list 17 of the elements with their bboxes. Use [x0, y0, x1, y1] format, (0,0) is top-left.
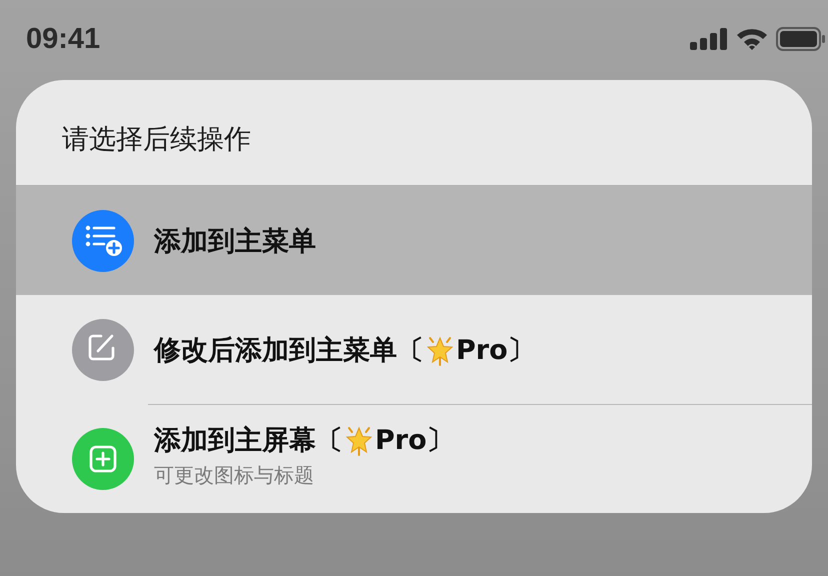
star-icon — [344, 424, 374, 456]
wifi-icon — [736, 27, 768, 51]
pro-label: Pro〕 — [456, 334, 535, 368]
action-subtitle: 可更改图标与标题 — [154, 462, 315, 489]
pro-label: Pro〕 — [375, 424, 454, 458]
action-item[interactable]: 修改后添加到主菜单〔 Pro〕 — [16, 295, 812, 404]
signal-icon — [690, 28, 728, 50]
action-title: 修改后添加到主菜单〔 — [154, 334, 424, 368]
status-time: 09:41 — [26, 22, 100, 56]
action-title: 添加到主屏幕〔 — [154, 424, 343, 458]
battery-icon — [776, 27, 826, 51]
sheet-title: 请选择后续操作 — [62, 122, 251, 156]
action-item[interactable]: 添加到主菜单 — [16, 186, 812, 295]
action-title: 添加到主菜单 — [154, 224, 316, 258]
action-item[interactable]: 添加到主屏幕〔 Pro〕 可更改图标与标题 — [16, 404, 812, 513]
list-add-icon — [72, 210, 134, 272]
edit-icon — [72, 318, 134, 380]
